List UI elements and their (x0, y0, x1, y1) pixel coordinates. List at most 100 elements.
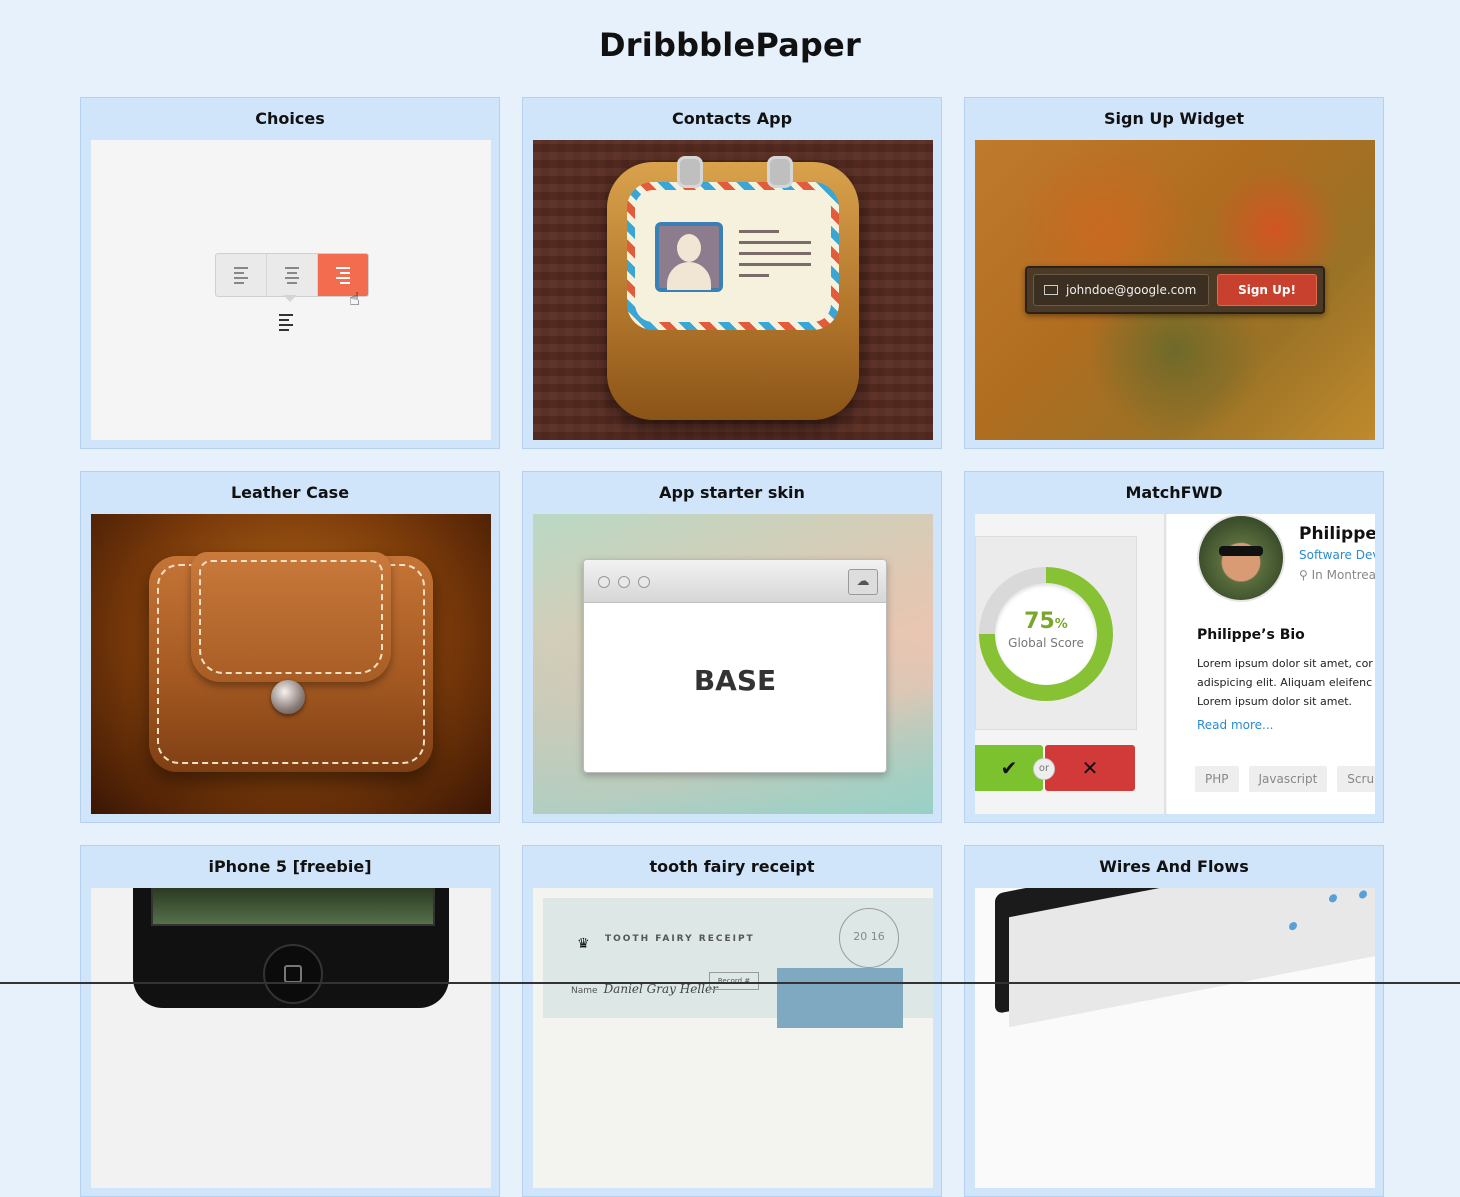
skill-tag: PHP (1195, 766, 1239, 792)
sign-up-button: Sign Up! (1217, 274, 1317, 306)
card-choices[interactable]: Choices ☝ (80, 97, 500, 449)
profile-location: ⚲ In Montrea (1299, 568, 1375, 582)
card-title[interactable]: tooth fairy receipt (523, 846, 941, 888)
profile-name: Philippe ( (1299, 524, 1375, 544)
card-title[interactable]: Wires And Flows (965, 846, 1383, 888)
skill-tag: Scrun (1337, 766, 1375, 792)
bio-text: Lorem ipsum dolor sit amet, cor adispici… (1197, 657, 1373, 708)
hand-cursor-icon: ☝ (349, 289, 360, 310)
contact-text-lines (739, 230, 811, 277)
laptop-mockup (995, 888, 1375, 1028)
divider (1164, 514, 1166, 814)
card-thumbnail[interactable] (91, 514, 491, 814)
card-thumbnail[interactable]: johndoe@google.com Sign Up! (975, 140, 1375, 440)
window-mockup: ☁ BASE (583, 559, 887, 773)
card-title[interactable]: iPhone 5 [freebie] (81, 846, 499, 888)
card-iphone-5[interactable]: iPhone 5 [freebie] (80, 845, 500, 1197)
snap-button-icon (271, 680, 305, 714)
card-title[interactable]: Leather Case (81, 472, 499, 514)
contacts-app-icon (607, 156, 859, 420)
skill-tags: PHP Javascript Scrun (1195, 766, 1375, 792)
card-app-starter-skin[interactable]: App starter skin ☁ BASE (522, 471, 942, 823)
card-sign-up-widget[interactable]: Sign Up Widget johndoe@google.com Sign U… (964, 97, 1384, 449)
card-title[interactable]: Contacts App (523, 98, 941, 140)
card-thumbnail[interactable]: 75% Global Score ✔ ✕ or Philippe ( Softw… (975, 514, 1375, 814)
card-title[interactable]: Sign Up Widget (965, 98, 1383, 140)
envelope (777, 968, 903, 1028)
window-titlebar: ☁ (584, 560, 886, 603)
card-thumbnail[interactable] (91, 888, 491, 1188)
profile-panel: Philippe ( Software Dev ⚲ In Montrea Phi… (1167, 514, 1375, 814)
align-left-option (216, 254, 267, 296)
email-value: johndoe@google.com (1066, 283, 1197, 297)
window-dot-icon (638, 576, 650, 588)
binder-ring-icon (767, 156, 793, 188)
skill-tag: Javascript (1248, 766, 1328, 792)
contact-card (627, 182, 839, 330)
close-icon: ✕ (1045, 745, 1135, 791)
align-dropdown-icon (279, 314, 293, 331)
avatar-placeholder-icon (655, 222, 723, 292)
card-title[interactable]: App starter skin (523, 472, 941, 514)
card-title[interactable]: MatchFWD (965, 472, 1383, 514)
card-wires-and-flows[interactable]: Wires And Flows (964, 845, 1384, 1197)
align-right-option (318, 254, 368, 296)
home-button-icon (263, 944, 323, 1004)
card-thumbnail[interactable] (533, 140, 933, 440)
contacts-app-preview (533, 140, 933, 440)
card-contacts-app[interactable]: Contacts App (522, 97, 942, 449)
card-matchfwd[interactable]: MatchFWD 75% Global Score ✔ ✕ or Philipp… (964, 471, 1384, 823)
wires-preview (975, 888, 1375, 1188)
binder-ring-icon (677, 156, 703, 188)
wallet-flap (191, 552, 391, 682)
card-thumbnail[interactable]: ☝ (91, 140, 491, 440)
avatar (1197, 514, 1285, 602)
cloud-upload-icon: ☁ (848, 569, 878, 595)
site-title: DribbblePaper (599, 26, 861, 64)
choices-preview: ☝ (91, 140, 491, 440)
base-label: BASE (693, 664, 777, 697)
tooth-fairy-logo-icon: ♛ (577, 936, 590, 952)
popover-pointer (283, 295, 297, 302)
flow-node-icon (1329, 893, 1337, 904)
card-thumbnail[interactable] (975, 888, 1375, 1188)
iphone-preview (91, 888, 491, 1188)
app-starter-preview: ☁ BASE (533, 514, 933, 814)
card-leather-case[interactable]: Leather Case (80, 471, 500, 823)
location-pin-icon: ⚲ (1299, 568, 1308, 582)
card-title[interactable]: Choices (81, 98, 499, 140)
read-more-link: Read more... (1197, 718, 1274, 732)
window-dot-icon (598, 576, 610, 588)
receipt-heading: TOOTH FAIRY RECEIPT (605, 934, 755, 944)
window-dot-icon (618, 576, 630, 588)
align-center-icon (285, 266, 299, 284)
email-field: johndoe@google.com (1033, 274, 1209, 306)
receipt: ♛ TOOTH FAIRY RECEIPT Name Daniel Gray He… (543, 898, 933, 1028)
score-panel: 75% Global Score (975, 536, 1137, 730)
or-label: or (1033, 758, 1055, 780)
bio-heading: Philippe’s Bio (1197, 627, 1305, 643)
align-right-icon (336, 266, 350, 284)
tooth-fairy-preview: ♛ TOOTH FAIRY RECEIPT Name Daniel Gray He… (533, 888, 933, 1188)
score-value: 75% (1024, 609, 1068, 634)
envelope-icon (1044, 285, 1058, 295)
sign-up-preview: johndoe@google.com Sign Up! (975, 140, 1375, 440)
record-box: Record # (709, 972, 759, 990)
flow-node-icon (1289, 921, 1297, 931)
profile-role: Software Dev (1299, 548, 1375, 562)
laptop-screen (1009, 888, 1375, 1028)
leather-wallet (149, 552, 433, 772)
leather-case-preview (91, 514, 491, 814)
iphone-mockup (133, 888, 449, 1008)
inspected-stamp: 20 16 (839, 908, 899, 968)
score-label: Global Score (1008, 636, 1084, 650)
align-center-option (267, 254, 318, 296)
card-thumbnail[interactable]: ♛ TOOTH FAIRY RECEIPT Name Daniel Gray He… (533, 888, 933, 1188)
flow-node-icon (1359, 889, 1367, 900)
card-thumbnail[interactable]: ☁ BASE (533, 514, 933, 814)
receipt-name: Name Daniel Gray Heller (571, 982, 718, 996)
card-tooth-fairy-receipt[interactable]: tooth fairy receipt ♛ TOOTH FAIRY RECEIP… (522, 845, 942, 1197)
matchfwd-preview: 75% Global Score ✔ ✕ or Philippe ( Softw… (975, 514, 1375, 814)
sign-up-form: johndoe@google.com Sign Up! (1025, 266, 1325, 314)
alignment-segmented-control (215, 253, 369, 297)
